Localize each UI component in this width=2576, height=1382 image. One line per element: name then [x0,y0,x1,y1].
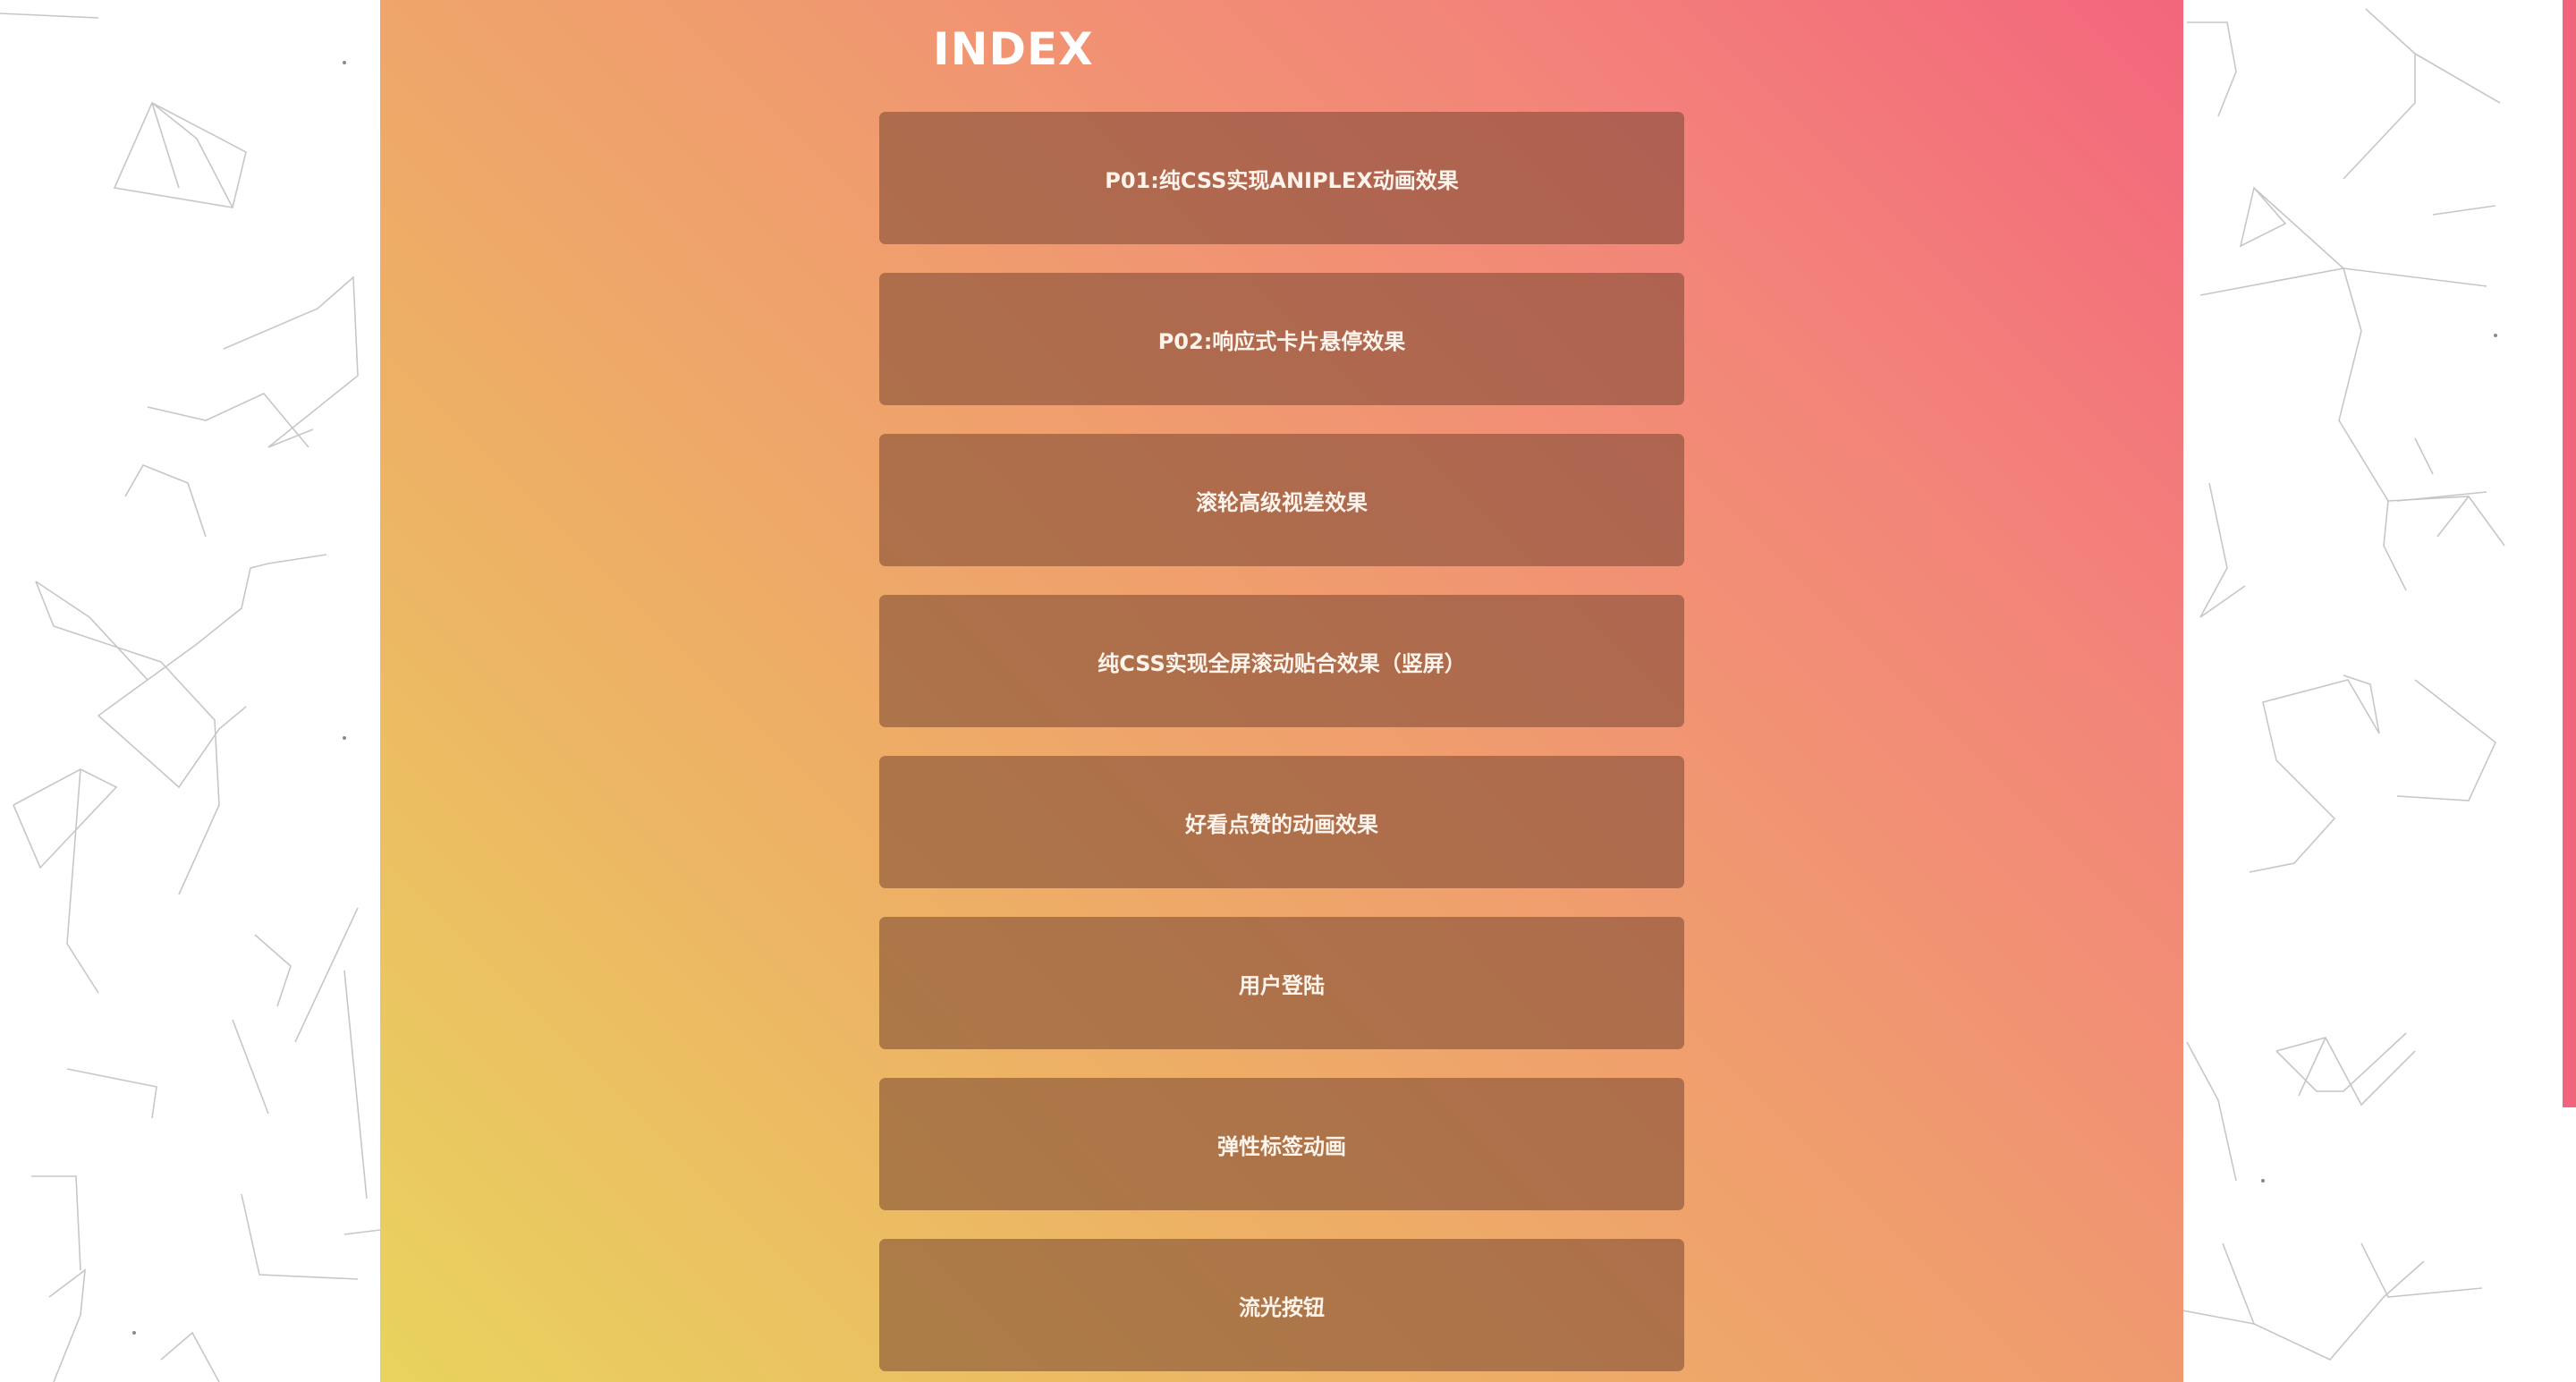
menu-item-label: P01:纯CSS实现ANIPLEX动画效果 [1105,167,1459,193]
menu-item-label: 纯CSS实现全屏滚动贴合效果（竖屏） [1097,650,1466,676]
menu-item-scroll-parallax[interactable]: 滚轮高级视差效果 [879,434,1684,566]
menu-item-label: 流光按钮 [1239,1294,1325,1320]
menu-item-like-animation[interactable]: 好看点赞的动画效果 [879,756,1684,888]
menu-item-label: 好看点赞的动画效果 [1185,811,1378,837]
menu-item-user-login[interactable]: 用户登陆 [879,917,1684,1049]
menu-item-card-hover[interactable]: P02:响应式卡片悬停效果 [879,273,1684,405]
menu-item-elastic-tags[interactable]: 弹性标签动画 [879,1078,1684,1210]
page-title: INDEX [933,23,1094,75]
menu-item-label: P02:响应式卡片悬停效果 [1157,328,1406,354]
menu-item-fullscreen-scroll-snap[interactable]: 纯CSS实现全屏滚动贴合效果（竖屏） [879,595,1684,727]
menu-item-glow-button[interactable]: 流光按钮 [879,1239,1684,1371]
scrollbar-accent[interactable] [2563,0,2576,1107]
page-root: INDEX P01:纯CSS实现ANIPLEX动画效果 P02:响应式卡片悬停效… [0,0,2576,1382]
menu-item-label: 滚轮高级视差效果 [1196,489,1368,515]
main-panel: INDEX P01:纯CSS实现ANIPLEX动画效果 P02:响应式卡片悬停效… [380,0,2183,1382]
menu-item-aniplex-animation[interactable]: P01:纯CSS实现ANIPLEX动画效果 [879,112,1684,244]
menu-item-label: 弹性标签动画 [1217,1133,1346,1159]
menu-item-label: 用户登陆 [1239,972,1325,998]
demo-menu: P01:纯CSS实现ANIPLEX动画效果 P02:响应式卡片悬停效果 滚轮高级… [879,112,1684,1382]
